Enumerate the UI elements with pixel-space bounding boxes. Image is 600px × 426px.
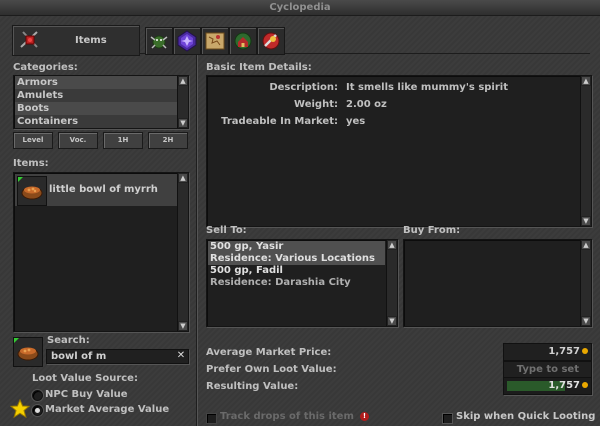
scroll-down-icon[interactable]: ▼ (581, 216, 591, 226)
detail-value: yes (346, 116, 366, 127)
scroll-down-icon[interactable]: ▼ (178, 321, 188, 331)
detail-value: It smells like mummy's spirit (346, 82, 508, 93)
map-icon (205, 32, 225, 50)
list-item[interactable]: little bowl of myrrh (15, 174, 177, 206)
avg-market-label: Average Market Price: (206, 347, 332, 358)
scroll-up-icon[interactable]: ▲ (178, 76, 188, 86)
tab-bestiary[interactable] (145, 27, 173, 55)
track-drops-label[interactable]: Track drops of this item (220, 411, 354, 422)
quality-marker-icon (18, 177, 23, 182)
tab-charms[interactable] (173, 27, 201, 55)
info-icon[interactable]: ! (360, 412, 369, 421)
avg-market-value: 1,757 (548, 344, 588, 360)
scroll-down-icon[interactable]: ▼ (178, 118, 188, 128)
scroll-up-icon[interactable]: ▲ (387, 240, 397, 250)
own-loot-label: Prefer Own Loot Value: (206, 364, 337, 375)
tab-houses[interactable] (229, 27, 257, 55)
buy-from-label: Buy From: (403, 225, 461, 236)
items-tab-icon (17, 29, 43, 51)
items-list[interactable]: little bowl of myrrh ▲ ▼ (13, 172, 189, 332)
skip-quick-looting-checkbox[interactable] (442, 413, 453, 424)
detail-row-tradeable: Tradeable In Market: yes (208, 116, 365, 127)
details-panel: ▲ ▼ (206, 75, 592, 227)
skip-quick-looting-label[interactable]: Skip when Quick Looting (456, 411, 595, 422)
track-drops-checkbox[interactable] (206, 413, 217, 424)
tab-items-label: Items (75, 35, 107, 46)
category-item[interactable]: Containers (15, 115, 188, 128)
list-item[interactable]: 500 gp, Fadil Residence: Darashia City (208, 265, 385, 289)
cyclopedia-window: Cyclopedia Items Categories: Armors Amul… (0, 0, 600, 426)
sell-to-scrollbar[interactable]: ▲ ▼ (386, 240, 397, 326)
window-title: Cyclopedia (0, 0, 600, 16)
npc-buy-label[interactable]: NPC Buy Value (45, 389, 128, 400)
tab-items[interactable]: Items (12, 25, 140, 56)
filter-2h-button[interactable]: 2H (148, 132, 188, 149)
house-icon (234, 32, 252, 50)
tab-map[interactable] (201, 27, 229, 55)
scroll-down-icon[interactable]: ▼ (581, 316, 591, 326)
category-item[interactable]: Armors (15, 76, 188, 89)
categories-label: Categories: (13, 62, 78, 73)
own-loot-placeholder: Type to set (516, 364, 579, 375)
detail-row-description: Description: It smells like mummy's spiri… (208, 82, 508, 93)
npc-price: 500 gp, Fadil (210, 265, 283, 276)
category-item[interactable]: Boots (15, 102, 188, 115)
detail-key: Description: (269, 82, 338, 93)
detail-key: Tradeable In Market: (221, 116, 338, 127)
filter-1h-button[interactable]: 1H (103, 132, 143, 149)
quality-marker-icon (14, 338, 19, 343)
character-icon (262, 32, 280, 50)
details-header: Basic Item Details: (206, 62, 312, 73)
own-loot-input[interactable]: Type to set (503, 361, 592, 378)
search-input[interactable]: bowl of m ✕ (46, 349, 189, 364)
detail-value: 2.00 oz (346, 99, 387, 110)
search-label: Search: (47, 335, 90, 346)
categories-scrollbar[interactable]: ▲ ▼ (177, 76, 188, 128)
sell-to-label: Sell To: (206, 225, 247, 236)
item-slot (17, 176, 47, 206)
market-avg-label[interactable]: Market Average Value (45, 404, 169, 415)
tab-character[interactable] (257, 27, 285, 55)
scroll-down-icon[interactable]: ▼ (387, 316, 397, 326)
resulting-label: Resulting Value: (206, 381, 299, 392)
npc-buy-radio[interactable] (32, 390, 43, 401)
scroll-up-icon[interactable]: ▲ (581, 76, 591, 86)
categories-list[interactable]: Armors Amulets Boots Containers ▲ ▼ (13, 75, 189, 129)
gold-coin-icon (582, 382, 588, 388)
avg-market-field: 1,757 (503, 343, 592, 361)
loot-source-label: Loot Value Source: (32, 373, 138, 384)
clear-search-icon[interactable]: ✕ (176, 351, 186, 361)
search-item-preview (13, 337, 43, 367)
npc-price: 500 gp, Yasir (210, 241, 284, 252)
scroll-up-icon[interactable]: ▲ (581, 240, 591, 250)
scroll-up-icon[interactable]: ▲ (178, 173, 188, 183)
buy-from-scrollbar[interactable]: ▲ ▼ (580, 240, 591, 326)
charm-icon (177, 30, 197, 52)
cyclopedia-tabbar: Items (12, 25, 590, 56)
detail-key: Weight: (294, 99, 338, 110)
panel-divider (196, 55, 197, 426)
npc-residence: Residence: Darashia City (210, 277, 351, 288)
radio-selected-dot (35, 408, 40, 413)
npc-residence: Residence: Various Locations (210, 253, 375, 264)
filter-vocation-button[interactable]: Voc. (58, 132, 98, 149)
list-item[interactable]: 500 gp, Yasir Residence: Various Locatio… (208, 241, 385, 265)
items-label: Items: (13, 158, 49, 169)
items-scrollbar[interactable]: ▲ ▼ (177, 173, 188, 331)
star-icon (10, 399, 30, 419)
item-name: little bowl of myrrh (49, 184, 158, 195)
filter-level-button[interactable]: Level (13, 132, 53, 149)
detail-row-weight: Weight: 2.00 oz (208, 99, 387, 110)
resulting-value: 1,757 (548, 378, 588, 394)
category-item[interactable]: Amulets (15, 89, 188, 102)
search-input-value: bowl of m (51, 351, 107, 362)
resulting-field: 1,757 (503, 377, 592, 395)
gold-coin-icon (582, 348, 588, 354)
sell-to-list[interactable]: 500 gp, Yasir Residence: Various Locatio… (206, 239, 398, 327)
market-avg-radio[interactable] (32, 405, 43, 416)
bestiary-icon (150, 35, 168, 49)
buy-from-list[interactable]: ▲ ▼ (403, 239, 592, 327)
details-scrollbar[interactable]: ▲ ▼ (580, 76, 591, 226)
